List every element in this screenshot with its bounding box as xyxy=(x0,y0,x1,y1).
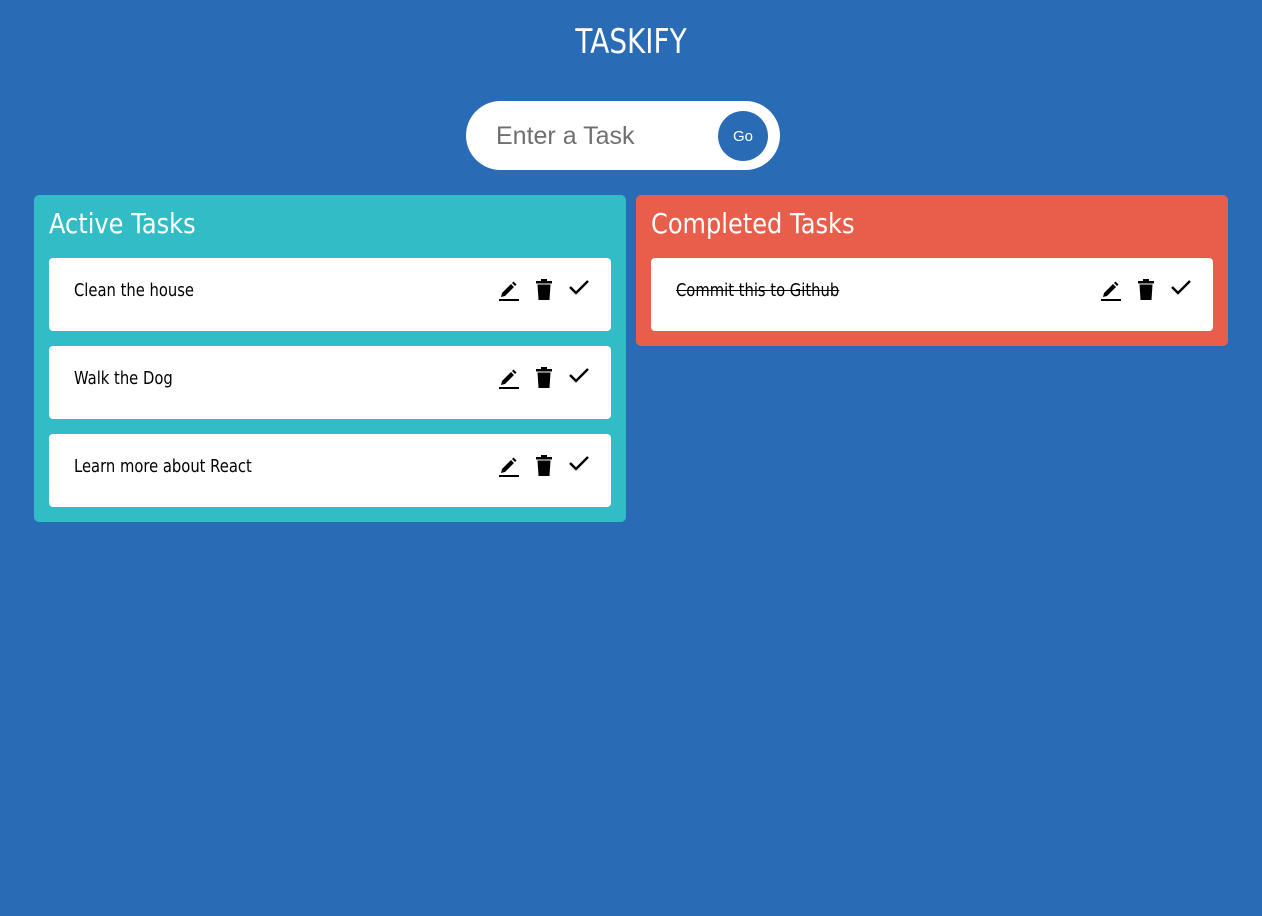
task-card[interactable]: Clean the house xyxy=(49,258,611,331)
task-input-form: Go xyxy=(466,101,780,170)
go-button[interactable]: Go xyxy=(718,111,768,161)
check-icon[interactable] xyxy=(1171,279,1191,303)
check-icon[interactable] xyxy=(569,455,589,479)
task-text: Clean the house xyxy=(74,280,195,301)
task-actions xyxy=(499,279,589,303)
task-text: Walk the Dog xyxy=(74,368,173,389)
pencil-icon[interactable] xyxy=(1101,279,1121,303)
active-tasks-column: Active Tasks Clean the house Walk the Do… xyxy=(34,195,626,522)
completed-tasks-column: Completed Tasks Commit this to Github xyxy=(636,195,1228,346)
task-input[interactable] xyxy=(496,117,696,155)
trash-icon[interactable] xyxy=(1136,279,1156,303)
app-title: TASKIFY xyxy=(575,22,687,62)
task-actions xyxy=(499,367,589,391)
pencil-icon[interactable] xyxy=(499,279,519,303)
check-icon[interactable] xyxy=(569,367,589,391)
task-text: Commit this to Github xyxy=(676,280,840,301)
pencil-icon[interactable] xyxy=(499,455,519,479)
task-card[interactable]: Commit this to Github xyxy=(651,258,1213,331)
pencil-icon[interactable] xyxy=(499,367,519,391)
task-actions xyxy=(499,455,589,479)
trash-icon[interactable] xyxy=(534,279,554,303)
trash-icon[interactable] xyxy=(534,455,554,479)
completed-tasks-heading: Completed Tasks xyxy=(651,207,855,240)
task-card[interactable]: Learn more about React xyxy=(49,434,611,507)
active-tasks-heading: Active Tasks xyxy=(49,207,196,240)
task-card[interactable]: Walk the Dog xyxy=(49,346,611,419)
task-text: Learn more about React xyxy=(74,456,252,477)
task-actions xyxy=(1101,279,1191,303)
check-icon[interactable] xyxy=(569,279,589,303)
trash-icon[interactable] xyxy=(534,367,554,391)
